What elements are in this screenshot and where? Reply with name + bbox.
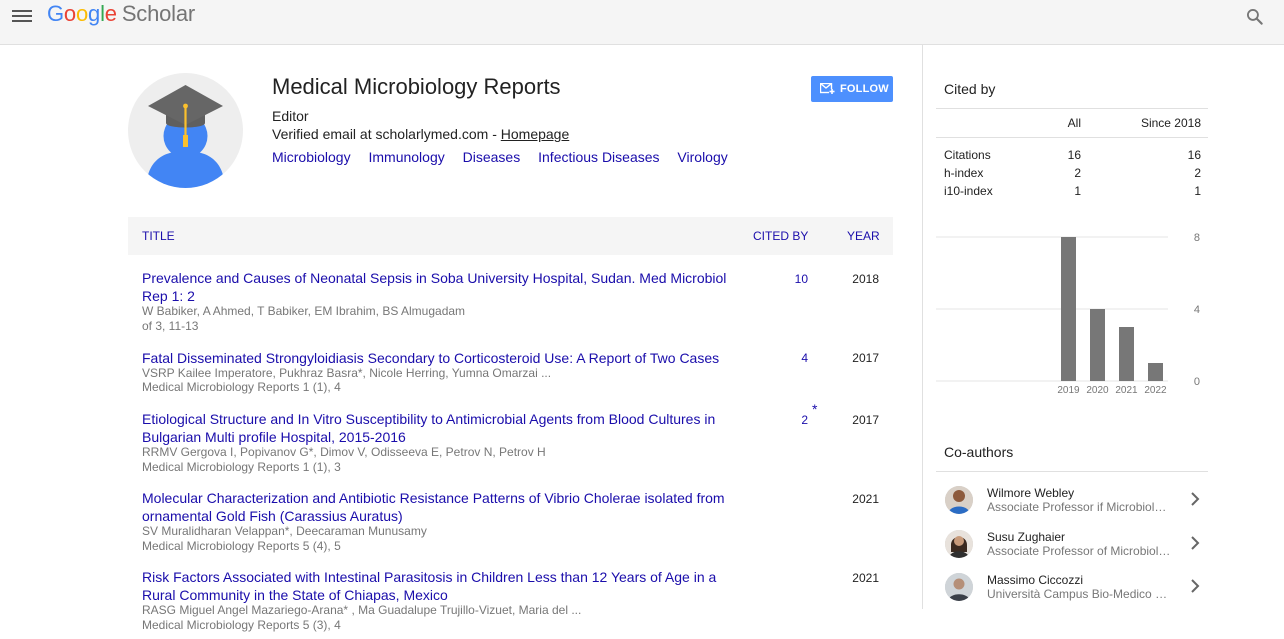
publication-authors: RRMV Gergova I, Popivanov G*, Dimov V, O… bbox=[142, 445, 546, 459]
cited-col-since: Since 2018 bbox=[1140, 116, 1201, 130]
coauthor-item[interactable]: Massimo Ciccozzi Università Campus Bio-M… bbox=[936, 573, 1208, 613]
metric-all: 2 bbox=[1074, 166, 1081, 180]
metric-all: 1 bbox=[1074, 184, 1081, 198]
sidebar-divider bbox=[922, 45, 923, 609]
publication-venue: Medical Microbiology Reports 1 (1), 4 bbox=[142, 380, 341, 394]
cited-count[interactable]: 2 bbox=[768, 413, 808, 427]
profile-name: Medical Microbiology Reports bbox=[272, 74, 561, 99]
coauthor-name: Susu Zughaier bbox=[987, 530, 1066, 544]
publication-title[interactable]: Etiological Structure and In Vitro Susce… bbox=[142, 410, 752, 446]
cited-by-title: Cited by bbox=[944, 81, 996, 97]
publication-venue: of 3, 11-13 bbox=[142, 319, 199, 333]
coauthor-avatar bbox=[945, 573, 973, 601]
coauthor-item[interactable]: Wilmore Webley Associate Professor if Mi… bbox=[936, 486, 1208, 526]
publication-year: 2021 bbox=[852, 492, 879, 506]
homepage-link[interactable]: Homepage bbox=[501, 126, 570, 142]
interest-link[interactable]: Immunology bbox=[368, 149, 444, 165]
chart-y-tick-label: 8 bbox=[1194, 232, 1200, 244]
divider bbox=[936, 108, 1208, 109]
interest-link[interactable]: Microbiology bbox=[272, 149, 351, 165]
chart-x-tick-label: 2022 bbox=[1144, 385, 1167, 396]
coauthors-title: Co-authors bbox=[944, 444, 1014, 460]
coauthor-avatar bbox=[945, 530, 973, 558]
interest-link[interactable]: Diseases bbox=[463, 149, 521, 165]
envelope-plus-icon bbox=[820, 83, 835, 94]
research-interests: Microbiology Immunology Diseases Infecti… bbox=[272, 149, 742, 165]
follow-button[interactable]: FOLLOW bbox=[811, 76, 893, 102]
cited-count[interactable]: 4 bbox=[768, 351, 808, 365]
profile-email: Verified email at scholarlymed.com - Hom… bbox=[272, 126, 569, 142]
publication-venue: Medical Microbiology Reports 5 (3), 4 bbox=[142, 618, 341, 632]
google-scholar-logo[interactable]: Google Scholar bbox=[47, 1, 195, 27]
divider bbox=[936, 471, 1208, 472]
publication-authors: VSRP Kailee Imperatore, Pukhraz Basra*, … bbox=[142, 366, 552, 380]
publications-table-header: TITLE CITED BY YEAR bbox=[128, 217, 893, 255]
profile-avatar bbox=[128, 73, 243, 188]
chart-bar[interactable] bbox=[1061, 237, 1076, 381]
sort-by-title[interactable]: TITLE bbox=[142, 229, 175, 243]
interest-link[interactable]: Infectious Diseases bbox=[538, 149, 659, 165]
publication-venue: Medical Microbiology Reports 5 (4), 5 bbox=[142, 539, 341, 553]
coauthor-item[interactable]: Susu Zughaier Associate Professor of Mic… bbox=[936, 530, 1208, 570]
citations-per-year-chart: 8 4 0 2019 2020 2021 2022 bbox=[936, 232, 1200, 396]
logo-product-name: Scholar bbox=[121, 1, 196, 26]
divider bbox=[936, 137, 1208, 138]
logo-letter: o bbox=[63, 1, 76, 26]
chevron-right-icon[interactable] bbox=[1190, 536, 1200, 550]
logo-letter: G bbox=[47, 1, 64, 26]
publication-venue: Medical Microbiology Reports 1 (1), 3 bbox=[142, 460, 341, 474]
chart-bar[interactable] bbox=[1119, 327, 1134, 381]
publication-year: 2017 bbox=[852, 413, 879, 427]
logo-letter: g bbox=[88, 1, 101, 26]
coauthor-name: Massimo Ciccozzi bbox=[987, 573, 1084, 587]
coauthor-avatar bbox=[945, 486, 973, 514]
metric-label[interactable]: h-index bbox=[944, 166, 983, 180]
chart-y-tick-label: 4 bbox=[1194, 304, 1200, 316]
cited-col-all: All bbox=[1067, 116, 1081, 130]
coauthor-affiliation: Associate Professor if Microbiology bbox=[987, 500, 1172, 514]
hamburger-menu-icon[interactable] bbox=[12, 7, 32, 23]
publication-authors: SV Muralidharan Velappan*, Deecaraman Mu… bbox=[142, 524, 427, 538]
chart-x-tick-label: 2020 bbox=[1086, 385, 1109, 396]
metric-since: 1 bbox=[1194, 184, 1201, 198]
publication-year: 2017 bbox=[852, 351, 879, 365]
publication-year: 2021 bbox=[852, 571, 879, 585]
chevron-right-icon[interactable] bbox=[1190, 579, 1200, 593]
coauthor-name: Wilmore Webley bbox=[987, 486, 1075, 500]
interest-link[interactable]: Virology bbox=[677, 149, 727, 165]
search-icon[interactable] bbox=[1245, 7, 1265, 27]
metric-all: 16 bbox=[1067, 148, 1081, 162]
chart-bar[interactable] bbox=[1148, 363, 1163, 381]
metric-label[interactable]: Citations bbox=[944, 148, 991, 162]
sort-by-cited[interactable]: CITED BY bbox=[753, 229, 808, 243]
metric-since: 16 bbox=[1187, 148, 1201, 162]
metric-since: 2 bbox=[1194, 166, 1201, 180]
logo-letter: o bbox=[75, 1, 89, 26]
logo-letter: e bbox=[104, 1, 117, 26]
publication-title[interactable]: Molecular Characterization and Antibioti… bbox=[142, 489, 752, 525]
publication-year: 2018 bbox=[852, 272, 879, 286]
coauthor-affiliation: Università Campus Bio-Medico di Roma bbox=[987, 587, 1172, 601]
merged-citations-star: * bbox=[812, 401, 818, 417]
publication-authors: W Babiker, A Ahmed, T Babiker, EM Ibrahi… bbox=[142, 304, 466, 318]
publication-title[interactable]: Fatal Disseminated Strongyloidiasis Seco… bbox=[142, 349, 752, 367]
publication-title[interactable]: Risk Factors Associated with Intestinal … bbox=[142, 568, 752, 604]
metric-label[interactable]: i10-index bbox=[944, 184, 993, 198]
publication-authors: RASG Miguel Angel Mazariego-Arana* , Ma … bbox=[142, 603, 582, 617]
publication-title[interactable]: Prevalence and Causes of Neonatal Sepsis… bbox=[142, 269, 752, 305]
follow-label: FOLLOW bbox=[840, 83, 889, 95]
chevron-right-icon[interactable] bbox=[1190, 492, 1200, 506]
chart-bar[interactable] bbox=[1090, 309, 1105, 381]
coauthor-affiliation: Associate Professor of Microbiology bbox=[987, 544, 1172, 558]
graduate-avatar-icon bbox=[146, 85, 225, 188]
chart-y-tick-label: 0 bbox=[1194, 376, 1200, 388]
profile-affiliation: Editor bbox=[272, 108, 309, 124]
email-verified-text: Verified email at scholarlymed.com - bbox=[272, 126, 501, 142]
top-bar: Google Scholar bbox=[0, 0, 1284, 45]
chart-x-tick-label: 2021 bbox=[1115, 385, 1138, 396]
chart-x-tick-label: 2019 bbox=[1057, 385, 1080, 396]
cited-count[interactable]: 10 bbox=[768, 272, 808, 286]
sort-by-year[interactable]: YEAR bbox=[847, 229, 880, 243]
